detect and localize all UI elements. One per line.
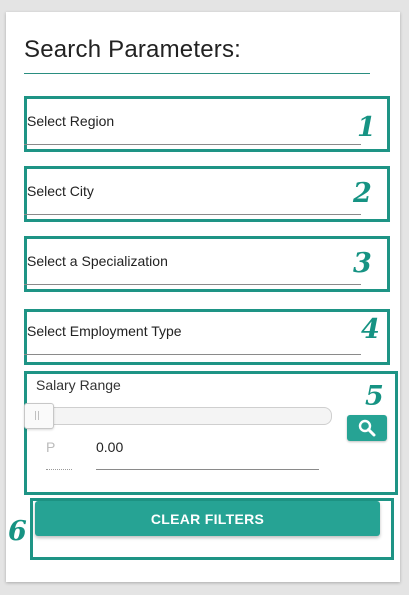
specialization-select[interactable]: Select a Specialization (21, 236, 370, 292)
specialization-select-underline (24, 284, 361, 285)
city-select-label: Select City (27, 183, 94, 199)
employment-type-select-underline (24, 354, 361, 355)
annotation-number-1: 1 (357, 112, 376, 143)
employment-type-select-label: Select Employment Type (27, 323, 182, 339)
page-title: Search Parameters: (24, 36, 242, 63)
region-select-underline (24, 144, 361, 145)
region-select-label: Select Region (27, 113, 115, 129)
clear-filters-button[interactable]: CLEAR FILTERS (35, 501, 380, 536)
city-select-underline (24, 214, 361, 215)
specialization-select-label: Select a Specialization (27, 253, 168, 269)
salary-range-title: Salary Range (36, 377, 121, 393)
salary-amount-underline (96, 469, 319, 470)
title-divider (24, 73, 370, 74)
search-icon (358, 419, 376, 437)
annotation-number-6: 6 (8, 516, 27, 547)
salary-slider-handle[interactable] (24, 403, 54, 429)
city-select[interactable]: Select City (21, 166, 370, 222)
region-select[interactable]: Select Region (21, 96, 370, 152)
salary-search-button[interactable] (347, 415, 387, 441)
salary-amount-input[interactable]: 0.00 (96, 439, 123, 455)
annotation-number-5: 5 (365, 381, 384, 412)
currency-symbol: P (46, 439, 56, 455)
currency-underline (46, 469, 72, 470)
annotation-number-3: 3 (353, 248, 372, 279)
salary-slider-track[interactable] (30, 407, 332, 425)
annotation-number-4: 4 (361, 314, 380, 345)
employment-type-select[interactable]: Select Employment Type (21, 306, 370, 362)
annotation-number-2: 2 (353, 178, 372, 209)
